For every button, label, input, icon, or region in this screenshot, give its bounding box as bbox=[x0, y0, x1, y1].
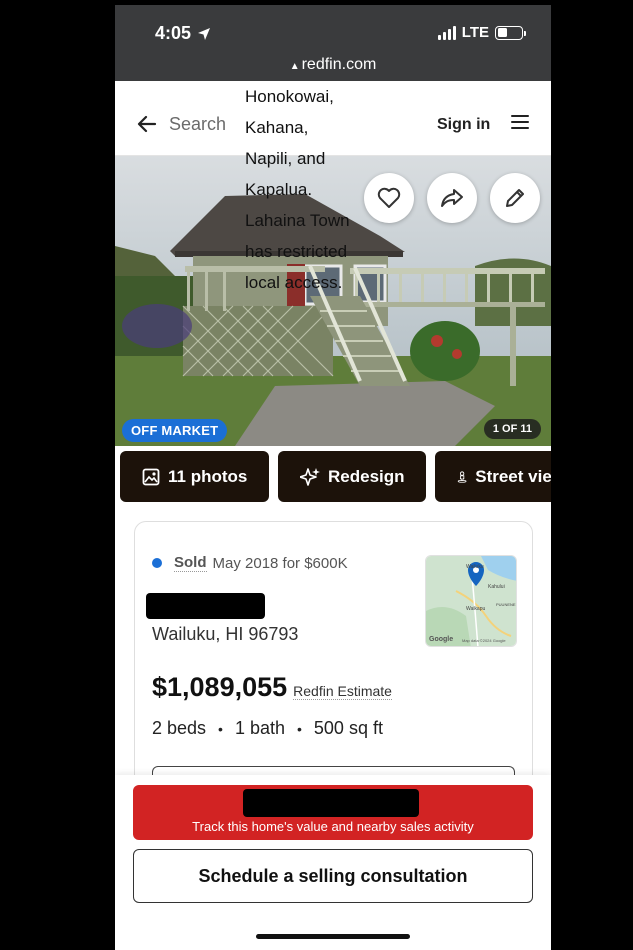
estimate-price: $1,089,055 bbox=[152, 672, 288, 702]
home-facts: 2 beds • 1 bath • 500 sq ft bbox=[152, 718, 383, 739]
sign-in-button[interactable]: Sign in bbox=[437, 116, 490, 134]
beds-value: 2 beds bbox=[152, 718, 207, 738]
photo-counter: 1 OF 11 bbox=[483, 419, 541, 439]
home-indicator bbox=[256, 934, 410, 939]
caption-line: Lahaina Town bbox=[245, 211, 350, 230]
map-label-kahului: Kahului bbox=[488, 584, 505, 590]
overlay-caption: Honokowai, Kahana, Napili, and Kapalua. … bbox=[245, 81, 385, 298]
schedule-consultation-button[interactable]: Schedule a selling consultation bbox=[133, 849, 533, 903]
favorite-button[interactable] bbox=[364, 173, 414, 223]
phone-screen: 4:05 LTE ▲ redfin.com Search Sign in Hono… bbox=[115, 5, 551, 950]
street-view-label: Street view bbox=[475, 466, 551, 486]
price-row: $1,089,055 Redfin Estimate bbox=[152, 672, 392, 703]
share-button[interactable] bbox=[427, 173, 477, 223]
search-label[interactable]: Search bbox=[169, 114, 226, 135]
caption-line: Honokowai, bbox=[245, 87, 334, 106]
caption-line: has restricted bbox=[245, 242, 348, 261]
share-arrow-icon bbox=[441, 189, 463, 207]
redesign-button[interactable]: Redesign bbox=[278, 451, 426, 502]
map-google-logo: Google bbox=[429, 636, 454, 643]
url-bar[interactable]: ▲ redfin.com bbox=[115, 56, 551, 74]
sparkle-icon bbox=[300, 467, 320, 486]
bullet-separator: • bbox=[218, 720, 223, 737]
sold-label[interactable]: Sold bbox=[174, 554, 207, 572]
track-home-button[interactable]: Track this home's value and nearby sales… bbox=[133, 785, 533, 840]
estimate-label[interactable]: Redfin Estimate bbox=[293, 683, 392, 700]
signal-icon bbox=[437, 25, 456, 40]
photos-label: 11 photos bbox=[168, 466, 248, 486]
hamburger-menu-icon[interactable] bbox=[511, 115, 529, 129]
caption-line: Kahana, bbox=[245, 118, 309, 137]
redesign-label: Redesign bbox=[328, 466, 405, 486]
street-view-button[interactable]: Street view bbox=[435, 451, 551, 502]
status-indicators: LTE bbox=[437, 24, 526, 41]
sqft-value: 500 sq ft bbox=[313, 718, 383, 738]
edit-button[interactable] bbox=[490, 173, 540, 223]
map-label-waikapu: Waikapu bbox=[466, 606, 486, 612]
bullet-separator: • bbox=[297, 720, 302, 737]
map-credit: Map data ©2024 Google bbox=[462, 638, 506, 643]
sold-detail: May 2018 for $600K bbox=[212, 554, 348, 572]
battery-icon bbox=[495, 25, 526, 40]
heart-icon bbox=[377, 187, 401, 208]
track-subtext: Track this home's value and nearby sales… bbox=[192, 819, 474, 834]
sold-info: Sold May 2018 for $600K bbox=[152, 554, 348, 572]
city-line: Wailuku, HI 96793 bbox=[152, 624, 299, 644]
url-text: redfin.com bbox=[301, 56, 377, 73]
redacted-button-title bbox=[243, 789, 419, 817]
map-label-puunene: PUUNENE bbox=[496, 602, 516, 607]
pegman-icon bbox=[457, 470, 467, 483]
map-label-wailuku: Wailuku bbox=[466, 564, 484, 570]
redacted-address bbox=[146, 593, 265, 619]
baths-value: 1 bath bbox=[234, 718, 285, 738]
lock-icon: ▲ bbox=[289, 61, 300, 72]
network-label: LTE bbox=[461, 24, 489, 41]
bottom-cta-sheet: Track this home's value and nearby sales… bbox=[115, 775, 551, 950]
pencil-icon bbox=[506, 189, 524, 207]
off-market-badge: OFF MARKET bbox=[122, 419, 228, 442]
caption-line: Napili, and bbox=[245, 149, 326, 168]
image-icon bbox=[142, 468, 160, 485]
caption-line: local access. bbox=[245, 273, 343, 292]
location-arrow-icon bbox=[198, 27, 211, 40]
map-thumbnail[interactable]: Wailuku Kahului Waikapu PUUNENE Google M… bbox=[425, 555, 517, 647]
status-dot-icon bbox=[152, 558, 162, 568]
browser-top-bar: 4:05 LTE ▲ redfin.com bbox=[115, 5, 551, 81]
photos-button[interactable]: 11 photos bbox=[120, 451, 269, 502]
back-arrow-icon[interactable] bbox=[135, 112, 159, 136]
status-time: 4:05 bbox=[155, 23, 211, 44]
photo-actions-row: 11 photos Redesign Street view bbox=[115, 451, 551, 505]
